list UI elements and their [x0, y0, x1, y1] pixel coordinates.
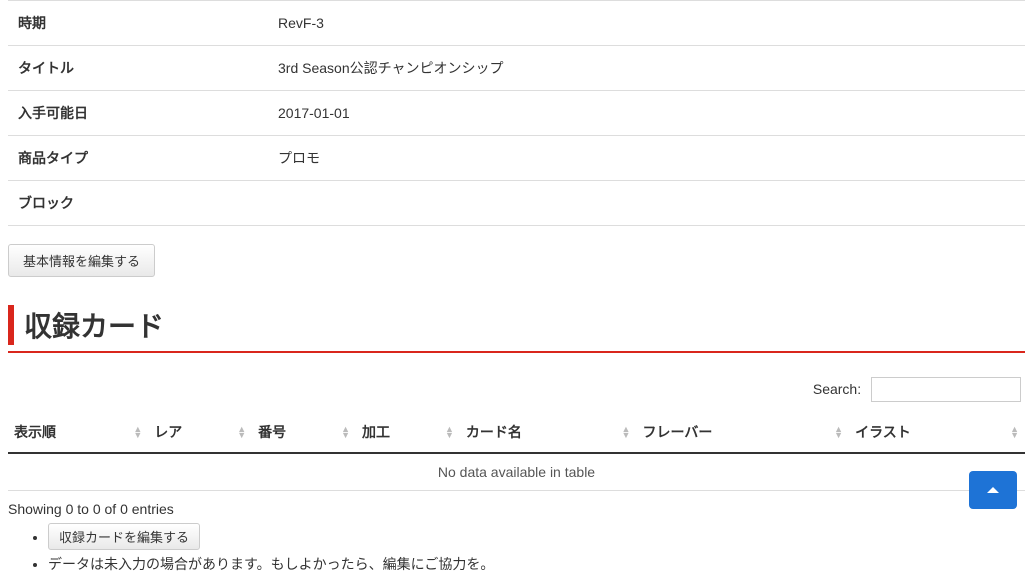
info-label: 商品タイプ — [8, 136, 268, 181]
info-value: 2017-01-01 — [268, 91, 1025, 136]
col-flavor[interactable]: フレーバー▲▼ — [636, 412, 849, 453]
sort-icon: ▲▼ — [133, 426, 142, 438]
edit-basic-info-button[interactable]: 基本情報を編集する — [8, 244, 155, 277]
col-card-name[interactable]: カード名▲▼ — [460, 412, 637, 453]
empty-row: No data available in table — [8, 453, 1025, 491]
info-row: 入手可能日 2017-01-01 — [8, 91, 1025, 136]
info-label: 時期 — [8, 1, 268, 46]
cards-table: 表示順▲▼ レア▲▼ 番号▲▼ 加工▲▼ カード名▲▼ フレーバー▲▼ イラスト… — [8, 412, 1025, 491]
info-row: 商品タイプ プロモ — [8, 136, 1025, 181]
search-label: Search: — [813, 381, 861, 397]
notes-list: 収録カードを編集する データは未入力の場合があります。もしよかったら、編集にご協… — [8, 523, 1025, 574]
info-row: ブロック — [8, 181, 1025, 226]
search-input[interactable] — [871, 377, 1021, 402]
entries-info: Showing 0 to 0 of 0 entries — [8, 491, 1025, 521]
cards-heading: 収録カード — [8, 305, 1025, 345]
sort-icon: ▲▼ — [237, 426, 246, 438]
sort-icon: ▲▼ — [445, 426, 454, 438]
info-value: プロモ — [268, 136, 1025, 181]
info-label: 入手可能日 — [8, 91, 268, 136]
empty-message: No data available in table — [8, 453, 1025, 491]
list-item: 収録カードを編集する — [48, 523, 1025, 550]
sort-icon: ▲▼ — [1010, 426, 1019, 438]
heading-underline — [8, 351, 1025, 353]
info-table: 時期 RevF-3 タイトル 3rd Season公認チャンピオンシップ 入手可… — [8, 0, 1025, 226]
info-value: 3rd Season公認チャンピオンシップ — [268, 46, 1025, 91]
col-finish[interactable]: 加工▲▼ — [356, 412, 460, 453]
search-row: Search: — [8, 371, 1025, 412]
col-display-order[interactable]: 表示順▲▼ — [8, 412, 148, 453]
sort-icon: ▲▼ — [622, 426, 631, 438]
sort-icon: ▲▼ — [834, 426, 843, 438]
info-row: タイトル 3rd Season公認チャンピオンシップ — [8, 46, 1025, 91]
col-illustration[interactable]: イラスト▲▼ — [849, 412, 1025, 453]
col-number[interactable]: 番号▲▼ — [252, 412, 356, 453]
edit-cards-button[interactable]: 収録カードを編集する — [48, 523, 200, 550]
scroll-to-top-button[interactable] — [969, 471, 1017, 509]
info-label: ブロック — [8, 181, 268, 226]
col-rarity[interactable]: レア▲▼ — [148, 412, 252, 453]
info-value: RevF-3 — [268, 1, 1025, 46]
chevron-up-icon — [984, 481, 1002, 499]
info-value — [268, 181, 1025, 226]
list-item: データは未入力の場合があります。もしよかったら、編集にご協力を。 — [48, 554, 1025, 574]
info-label: タイトル — [8, 46, 268, 91]
info-row: 時期 RevF-3 — [8, 1, 1025, 46]
sort-icon: ▲▼ — [341, 426, 350, 438]
